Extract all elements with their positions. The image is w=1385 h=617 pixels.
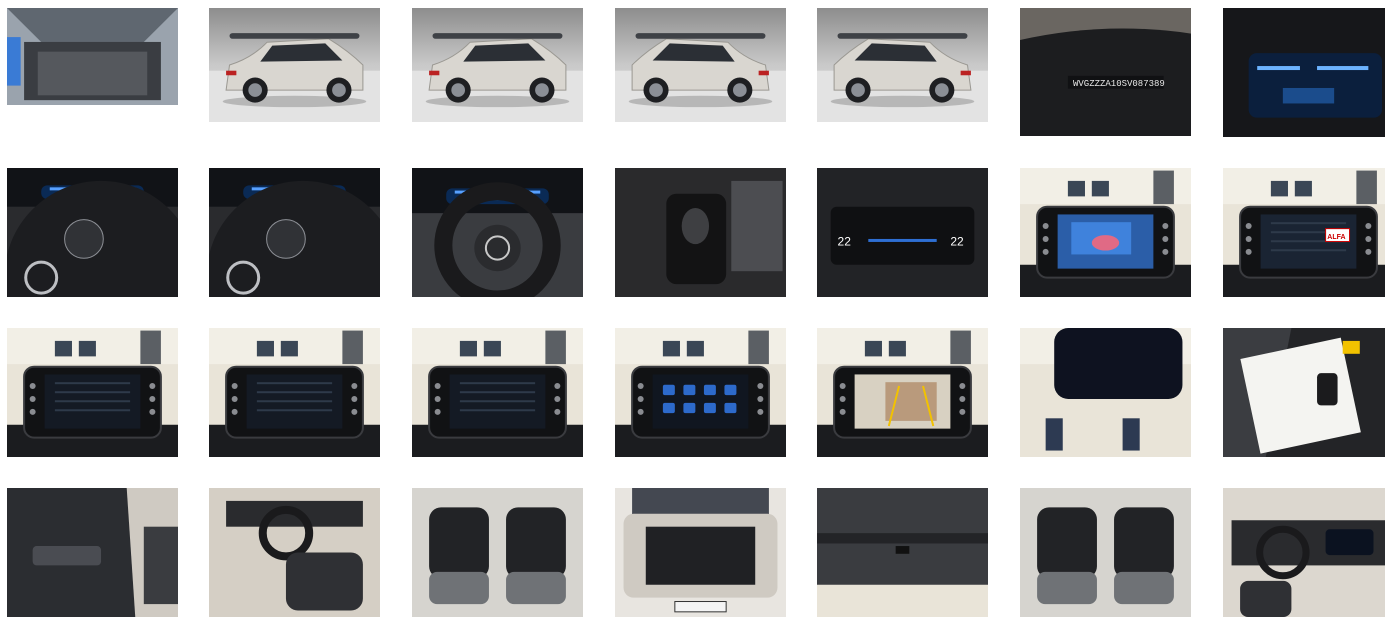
gallery-thumbnail-digital-cockpit-display[interactable]	[1223, 8, 1385, 137]
gallery-thumbnail-infotainment-home-apps[interactable]	[615, 328, 786, 457]
gallery-thumbnail-infotainment-navigation[interactable]	[1020, 168, 1191, 297]
car-exterior-front-side-image	[412, 8, 583, 122]
car-exterior-front-left-image	[209, 8, 380, 122]
gallery-thumbnail-car-boot-open-hatch[interactable]	[7, 8, 178, 105]
car-exterior-rear-left-image	[615, 8, 786, 122]
gallery-thumbnail-infotainment-connect-menu[interactable]	[412, 328, 583, 457]
gallery-thumbnail-car-exterior-front-side[interactable]	[412, 8, 583, 122]
gallery-thumbnail-front-interior-seats[interactable]	[209, 488, 380, 617]
gallery-thumbnail-steering-wheel-controls-left[interactable]	[7, 168, 178, 297]
gallery-thumbnail-dashboard-passenger-side[interactable]	[1223, 488, 1385, 617]
rear-seats-right-image	[1020, 488, 1191, 617]
infotainment-navigation-image	[1020, 168, 1191, 297]
keys-and-documents-image	[1223, 328, 1385, 457]
gallery-thumbnail-car-rear-boot-view[interactable]	[615, 488, 786, 617]
radio-station-badge: ALFA	[1327, 234, 1345, 241]
climate-right-temp: 22	[950, 234, 964, 248]
front-interior-seats-image	[209, 488, 380, 617]
gallery-thumbnail-driver-door-panel[interactable]	[7, 488, 178, 617]
gear-shifter-console-image	[615, 168, 786, 297]
gallery-thumbnail-car-exterior-rear-left[interactable]	[615, 8, 786, 122]
gallery-thumbnail-steering-wheel-logo-closeup[interactable]	[209, 168, 380, 297]
infotainment-phone-setup-image	[7, 328, 178, 457]
digital-cockpit-display-image	[1223, 8, 1385, 137]
gallery-thumbnail-rear-seats-left[interactable]	[412, 488, 583, 617]
gallery-thumbnail-steering-wheel-dashboard[interactable]	[412, 168, 583, 297]
gallery-thumbnail-infotainment-radio[interactable]: ALFA	[1223, 168, 1385, 297]
driver-door-panel-image	[7, 488, 178, 617]
climate-left-temp: 22	[838, 234, 852, 248]
gallery-thumbnail-infotainment-phone-setup[interactable]	[7, 328, 178, 457]
gallery-thumbnail-climate-control-panel[interactable]: 22 22	[817, 168, 988, 297]
climate-control-panel-image: 22 22	[817, 168, 988, 297]
gallery-thumbnail-car-exterior-front-left[interactable]	[209, 8, 380, 122]
gallery-thumbnail-windshield-vin-plate[interactable]: WVGZZZA10SV087389	[1020, 8, 1191, 136]
gallery-thumbnail-infotainment-rear-camera[interactable]	[817, 328, 988, 457]
gallery-thumbnail-tailgate-interior[interactable]	[817, 488, 988, 617]
gallery-thumbnail-infotainment-bluetooth[interactable]	[209, 328, 380, 457]
gallery-thumbnail-rear-seats-right[interactable]	[1020, 488, 1191, 617]
dashboard-passenger-side-image	[1223, 488, 1385, 617]
gallery-thumbnail-rear-view-mirror[interactable]	[1020, 328, 1191, 457]
tailgate-interior-image	[817, 488, 988, 617]
rear-view-mirror-image	[1020, 328, 1191, 457]
infotainment-connect-menu-image	[412, 328, 583, 457]
vin-plate-text: WVGZZZA10SV087389	[1073, 79, 1165, 89]
photo-gallery: WVGZZZA10SV087389 22 22 ALFA	[0, 0, 1385, 617]
gallery-thumbnail-keys-and-documents[interactable]	[1223, 328, 1385, 457]
steering-wheel-controls-left-image	[7, 168, 178, 297]
steering-wheel-logo-closeup-image	[209, 168, 380, 297]
infotainment-rear-camera-image	[817, 328, 988, 457]
steering-wheel-dashboard-image	[412, 168, 583, 297]
windshield-vin-plate-image: WVGZZZA10SV087389	[1020, 8, 1191, 136]
car-boot-open-hatch-image	[7, 8, 178, 105]
gallery-thumbnail-car-exterior-rear-side[interactable]	[817, 8, 988, 122]
car-exterior-rear-side-image	[817, 8, 988, 122]
rear-seats-left-image	[412, 488, 583, 617]
gallery-thumbnail-gear-shifter-console[interactable]	[615, 168, 786, 297]
infotainment-bluetooth-image	[209, 328, 380, 457]
infotainment-home-apps-image	[615, 328, 786, 457]
car-rear-boot-view-image	[615, 488, 786, 617]
infotainment-radio-image: ALFA	[1223, 168, 1385, 297]
